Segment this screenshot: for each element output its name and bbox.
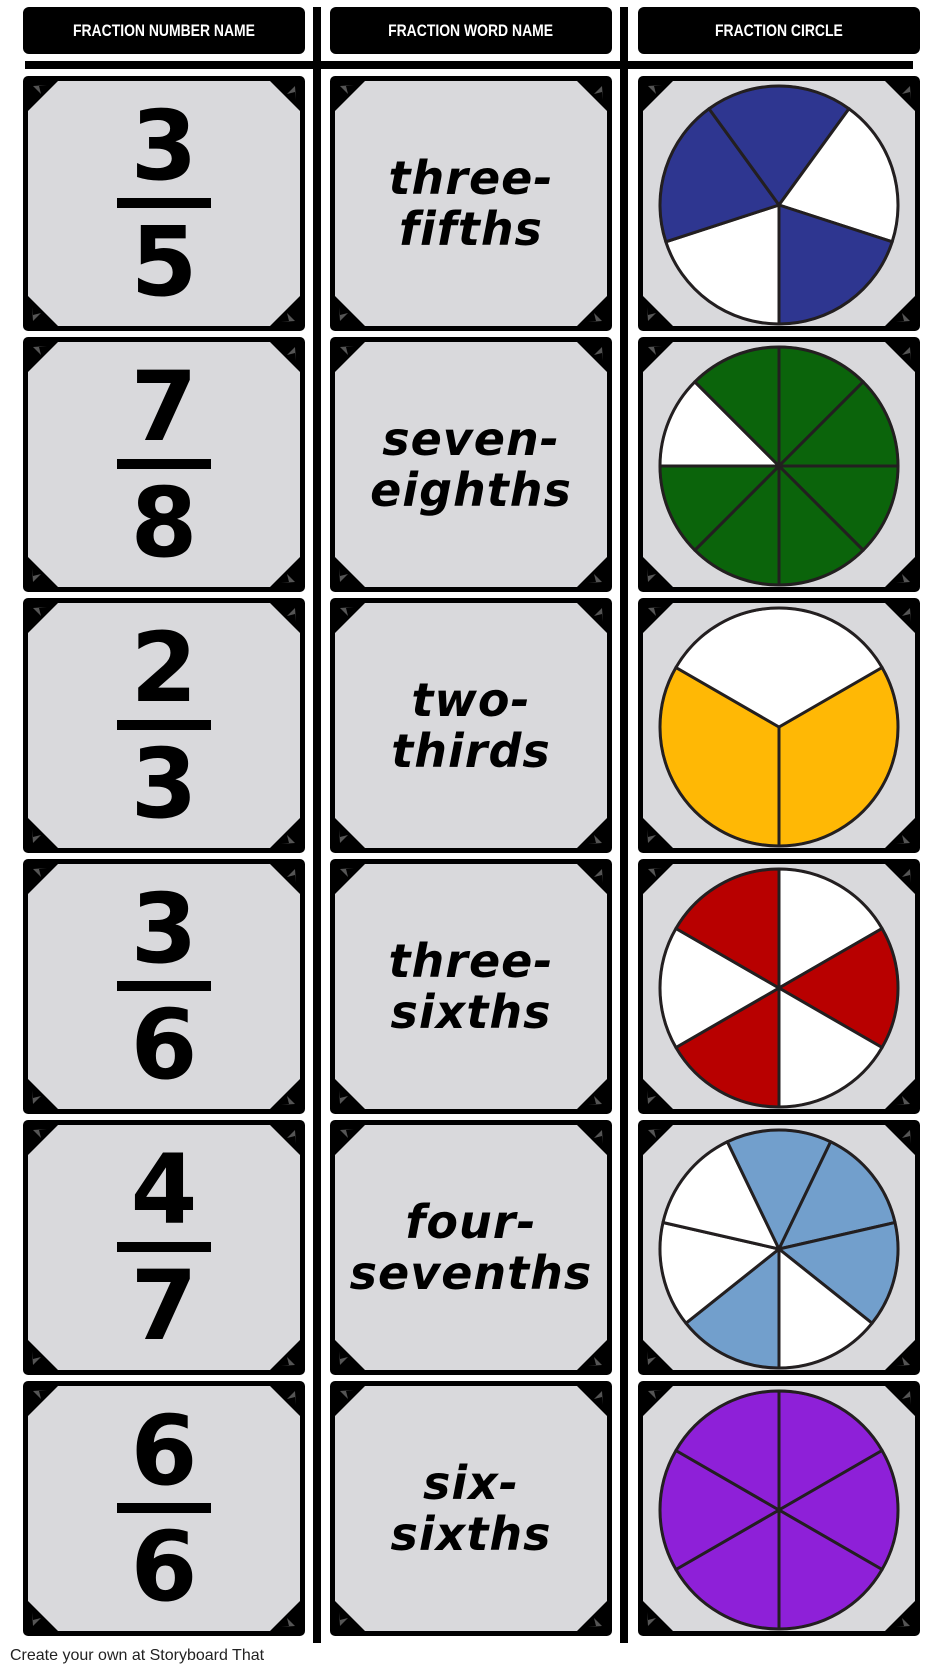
- fraction-circle: [658, 1389, 900, 1631]
- header-label: FRACTION WORD NAME: [388, 20, 554, 40]
- header-divider: [25, 61, 913, 69]
- fraction-word-card: four- sevenths: [330, 1120, 612, 1375]
- fraction-number: 3 5: [23, 76, 305, 331]
- fraction-word: two- thirds: [330, 598, 612, 853]
- fraction-word: four- sevenths: [330, 1120, 612, 1375]
- denominator: 3: [130, 727, 198, 840]
- header-fraction-circle: FRACTION CIRCLE: [638, 7, 920, 54]
- fraction-circle-card: [638, 337, 920, 592]
- word-line-2: fifths: [399, 201, 543, 256]
- numerator: 4: [130, 1133, 198, 1246]
- fraction-word: three- fifths: [330, 76, 612, 331]
- word-line-1: three-: [388, 933, 554, 988]
- denominator: 6: [130, 988, 198, 1101]
- column-divider-1: [313, 7, 321, 1643]
- word-line-2: sixths: [390, 984, 552, 1039]
- fraction-word: three- sixths: [330, 859, 612, 1114]
- word-line-2: sixths: [390, 1506, 552, 1561]
- header-label: FRACTION NUMBER NAME: [73, 20, 255, 40]
- numerator: 6: [130, 1394, 198, 1507]
- word-line-1: four-: [405, 1194, 537, 1249]
- fraction-word-card: two- thirds: [330, 598, 612, 853]
- word-line-1: seven-: [382, 411, 560, 466]
- fraction-word-card: six- sixths: [330, 1381, 612, 1636]
- column-divider-2: [620, 7, 628, 1643]
- fraction-circle: [658, 84, 900, 326]
- footer-credit[interactable]: Create your own at Storyboard That: [10, 1647, 264, 1665]
- word-line-2: sevenths: [349, 1245, 593, 1300]
- fraction-circle: [658, 606, 900, 848]
- denominator: 8: [130, 466, 198, 579]
- fraction-number-card: 6 6: [23, 1381, 305, 1636]
- fraction-word: seven- eighths: [330, 337, 612, 592]
- fraction-circle-card: [638, 76, 920, 331]
- fraction-number-card: 7 8: [23, 337, 305, 592]
- denominator: 5: [130, 205, 198, 318]
- fraction-word-card: three- fifths: [330, 76, 612, 331]
- fraction-circle-card: [638, 859, 920, 1114]
- word-line-2: thirds: [391, 723, 551, 778]
- numerator: 3: [130, 872, 198, 985]
- fraction-number: 4 7: [23, 1120, 305, 1375]
- word-line-1: two-: [411, 672, 531, 727]
- fraction-circle-card: [638, 1381, 920, 1636]
- fraction-circle: [658, 345, 900, 587]
- fraction-circle: [658, 1128, 900, 1370]
- numerator: 7: [130, 350, 198, 463]
- fraction-number: 7 8: [23, 337, 305, 592]
- fraction-number: 2 3: [23, 598, 305, 853]
- word-line-1: six-: [423, 1455, 519, 1510]
- header-fraction-number-name: FRACTION NUMBER NAME: [23, 7, 305, 54]
- fraction-number: 6 6: [23, 1381, 305, 1636]
- word-line-1: three-: [388, 150, 554, 205]
- fraction-word-card: three- sixths: [330, 859, 612, 1114]
- numerator: 2: [130, 611, 198, 724]
- denominator: 7: [130, 1249, 198, 1362]
- fraction-circle-card: [638, 598, 920, 853]
- fraction-number: 3 6: [23, 859, 305, 1114]
- denominator: 6: [130, 1510, 198, 1623]
- numerator: 3: [130, 89, 198, 202]
- fraction-circle-card: [638, 1120, 920, 1375]
- fraction-word-card: seven- eighths: [330, 337, 612, 592]
- fraction-word: six- sixths: [330, 1381, 612, 1636]
- fraction-number-card: 4 7: [23, 1120, 305, 1375]
- word-line-2: eighths: [370, 462, 572, 517]
- fraction-number-card: 2 3: [23, 598, 305, 853]
- header-label: FRACTION CIRCLE: [715, 20, 843, 40]
- fraction-number-card: 3 6: [23, 859, 305, 1114]
- fraction-number-card: 3 5: [23, 76, 305, 331]
- fraction-circle: [658, 867, 900, 1109]
- header-fraction-word-name: FRACTION WORD NAME: [330, 7, 612, 54]
